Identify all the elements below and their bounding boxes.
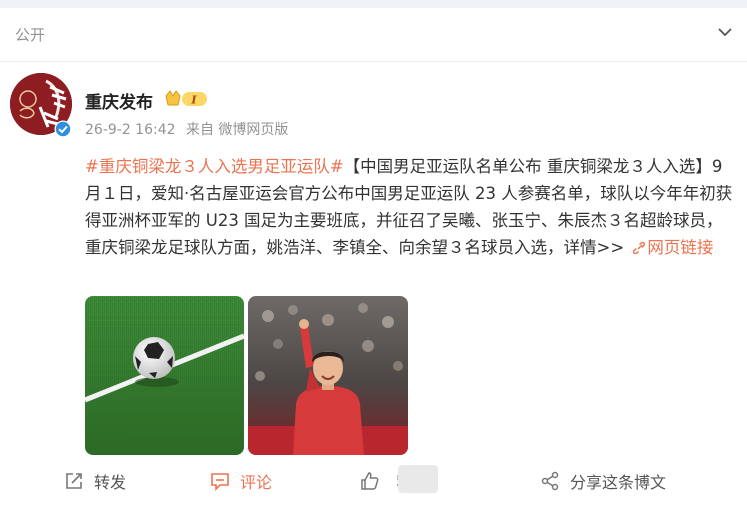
action-bar: 转发 评论 5 分享这条博文	[0, 463, 747, 499]
share-icon	[541, 471, 559, 491]
chevron-down-icon[interactable]	[717, 24, 733, 40]
comment-icon	[211, 473, 229, 491]
post-source: 来自 微博网页版	[185, 122, 289, 138]
link-icon[interactable]	[633, 242, 646, 254]
post-image-ball[interactable]	[85, 296, 244, 455]
weibo-post-card: 公开 重庆发布 I 26-9-2 16:42 来自 微博网页版 #重庆铜梁龙３人…	[0, 8, 747, 516]
visibility-bar[interactable]: 公开	[0, 8, 747, 62]
post-image-player[interactable]	[248, 296, 408, 455]
repost-label: 转发	[94, 473, 127, 492]
post-meta: 26-9-2 16:42 来自 微博网页版	[85, 119, 294, 139]
overlay-button[interactable]	[398, 465, 438, 493]
verified-icon	[54, 120, 72, 138]
vip-badge-icon[interactable]: I	[162, 89, 209, 109]
hashtag-link[interactable]: #重庆铜梁龙３人入选男足亚运队#	[85, 157, 344, 176]
comment-button[interactable]: 评论	[210, 469, 272, 493]
post-text: #重庆铜梁龙３人入选男足亚运队#【中国男足亚运队名单公布 重庆铜梁龙３人入选】9…	[85, 153, 735, 261]
post-time[interactable]: 26-9-2 16:42	[85, 122, 176, 138]
share-button[interactable]: 分享这条博文	[540, 469, 666, 493]
player-celebrating-image	[248, 296, 408, 455]
share-label: 分享这条博文	[570, 473, 667, 492]
visibility-label: 公开	[15, 26, 46, 44]
web-link[interactable]: 网页链接	[647, 238, 713, 257]
repost-button[interactable]: 转发	[64, 469, 126, 493]
author-name[interactable]: 重庆发布	[85, 88, 153, 113]
comment-label: 评论	[240, 473, 273, 492]
soccer-ball-image	[85, 296, 244, 455]
badge-level: I	[190, 94, 197, 107]
thumbs-up-icon	[361, 472, 379, 490]
repost-icon	[66, 473, 82, 489]
